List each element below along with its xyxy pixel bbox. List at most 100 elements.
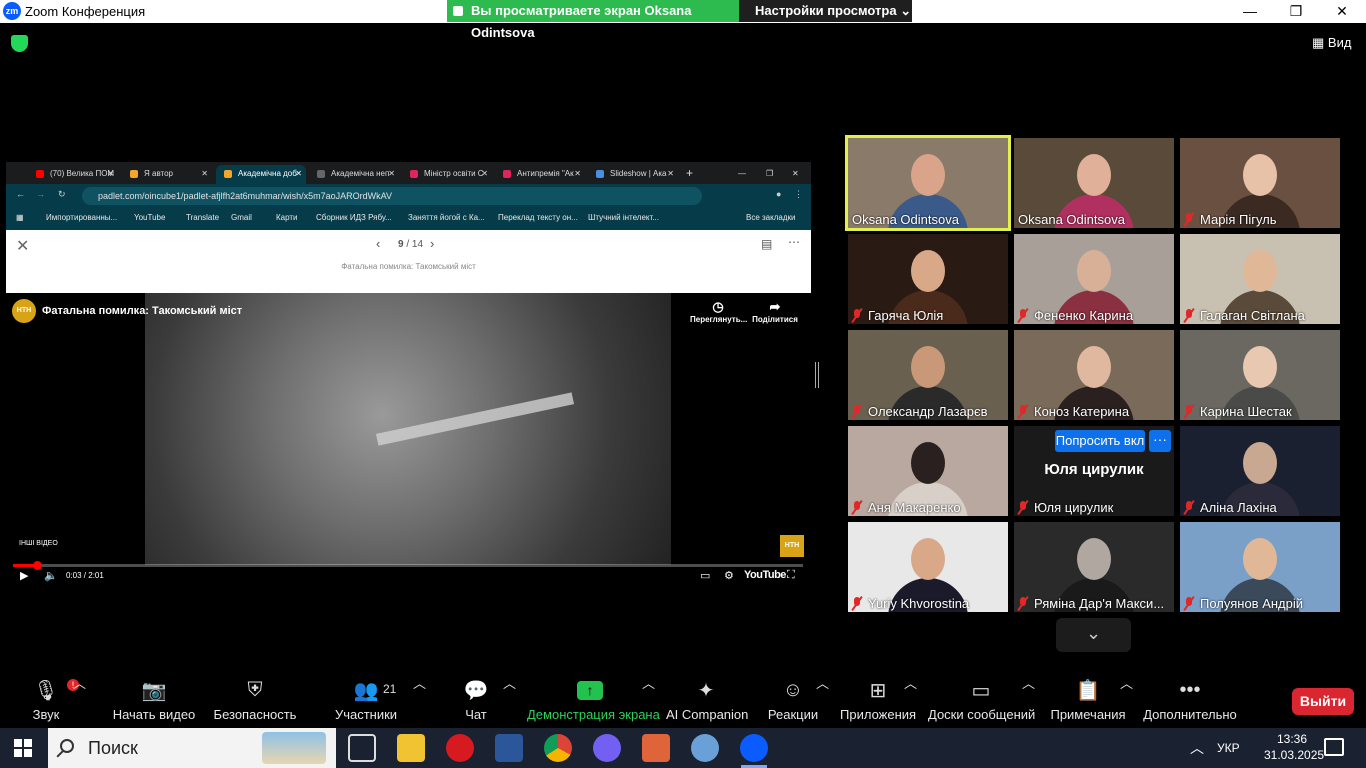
next-post-icon[interactable]: › (430, 236, 434, 251)
notes-options-caret[interactable]: ︿ (1120, 673, 1133, 692)
viber-icon[interactable] (593, 734, 621, 762)
browser-tab[interactable]: Антипремія "Ак ✕ (495, 165, 585, 184)
taskbar-search-box[interactable]: Поиск (48, 728, 336, 768)
forward-icon[interactable]: → (36, 189, 45, 199)
app-icon[interactable] (642, 734, 670, 762)
browser-tab[interactable]: (70) Велика ПОМ ✕ (28, 165, 118, 184)
whiteboards-options-caret[interactable]: ︿ (1022, 673, 1035, 692)
video-title[interactable]: Фатальна помилка: Такомський міст (42, 305, 242, 317)
reload-icon[interactable]: ↻ (58, 189, 66, 200)
file-explorer-icon[interactable] (397, 734, 425, 762)
participant-more-button[interactable]: ··· (1149, 430, 1171, 452)
bookmark-item[interactable]: Импортированны... (46, 213, 117, 222)
close-button[interactable]: ✕ (1319, 0, 1365, 23)
more-videos-label[interactable]: ІНШІ ВІДЕО (19, 540, 58, 547)
notes-button[interactable]: 📋 Примечания (1050, 673, 1126, 728)
bookmark-item[interactable]: Переклад тексту он... (498, 213, 578, 222)
ai-companion-button[interactable]: ✦ AI Companion (666, 673, 748, 728)
reactions-options-caret[interactable]: ︿ (816, 673, 829, 692)
fullscreen-icon[interactable]: ⛶ (787, 569, 795, 582)
close-tab-icon[interactable]: ✕ (388, 165, 395, 182)
close-tab-icon[interactable]: ✕ (574, 165, 581, 182)
start-video-button[interactable]: 📷 Начать видео (96, 673, 212, 728)
paint-icon[interactable] (691, 734, 719, 762)
minimize-button[interactable]: — (1227, 0, 1273, 23)
video-progress-bar[interactable] (13, 561, 803, 570)
comments-icon[interactable]: ▤ (761, 237, 772, 251)
whiteboards-button[interactable]: ▭ Доски сообщений (928, 673, 1035, 728)
progress-knob[interactable] (33, 561, 42, 570)
channel-logo-icon[interactable]: НТН (12, 299, 36, 323)
task-view-icon[interactable] (348, 734, 376, 762)
participant-tile[interactable]: Yuriy Khvorostina (848, 522, 1008, 612)
leave-meeting-button[interactable]: Выйти (1292, 688, 1354, 715)
participants-options-caret[interactable]: ︿ (413, 673, 426, 692)
close-tab-icon[interactable]: ✕ (295, 165, 302, 182)
taskbar-clock[interactable]: 13:36 31.03.2025 (1264, 731, 1324, 763)
all-bookmarks[interactable]: Все закладки (746, 213, 795, 222)
bookmark-item[interactable]: Сборник ИДЗ Рябу... (316, 213, 392, 222)
restore-button[interactable]: ❐ (1273, 0, 1319, 23)
url-field[interactable]: padlet.com/oincube1/padlet-afjlfh2at6muh… (82, 187, 702, 205)
browser-tab[interactable]: Slideshow | Ака ✕ (588, 165, 678, 184)
close-tab-icon[interactable]: ✕ (481, 165, 488, 182)
share-options-caret[interactable]: ︿ (642, 673, 655, 692)
participant-tile[interactable]: Аліна Лахіна (1180, 426, 1340, 516)
panel-splitter-handle[interactable] (815, 362, 819, 388)
view-options-button[interactable]: Настройки просмотра ⌄ (739, 0, 912, 22)
participant-tile[interactable]: Марія Пігуль (1180, 138, 1340, 228)
chat-button[interactable]: 💬 Чат (450, 673, 502, 728)
security-button[interactable]: ⛨ Безопасность (213, 673, 297, 728)
encryption-shield-icon[interactable] (11, 35, 28, 52)
youtube-logo[interactable]: YouTube (744, 569, 786, 581)
browser-tab[interactable]: Академічна неп ✕ (309, 165, 399, 184)
subtitles-icon[interactable]: ▭ (700, 569, 710, 582)
close-tab-icon[interactable]: ✕ (667, 165, 674, 182)
share-screen-button[interactable]: ↑ Демонстрация экрана (527, 673, 660, 728)
browser-tab[interactable]: Я автор ✕ (122, 165, 212, 184)
play-icon[interactable]: ▶ (20, 569, 28, 582)
share-video-button[interactable]: ➦ Поділитися (747, 299, 803, 324)
participant-tile[interactable]: Галаган Світлана (1180, 234, 1340, 324)
bookmark-item[interactable]: YouTube (134, 213, 165, 222)
participant-tile[interactable]: Аня Макаренко (848, 426, 1008, 516)
browser-restore-icon[interactable]: ❐ (764, 165, 782, 184)
browser-tab[interactable]: Міністр освіти С ✕ (402, 165, 492, 184)
participant-tile[interactable]: Гаряча Юлія (848, 234, 1008, 324)
bookmark-item[interactable]: Translate (186, 213, 219, 222)
chat-options-caret[interactable]: ︿ (503, 673, 516, 692)
browser-minimize-icon[interactable]: — (736, 165, 754, 184)
view-button[interactable]: ▦ Вид (1312, 35, 1351, 51)
participant-tile[interactable]: Фененко Карина (1014, 234, 1174, 324)
volume-icon[interactable]: 🔈 (44, 569, 58, 582)
youtube-player[interactable]: НТН Фатальна помилка: Такомський міст ◷ П… (6, 293, 811, 589)
browser-tab-active[interactable]: Академічна доб ✕ (216, 165, 306, 184)
participants-button[interactable]: 👥 21 Участники (330, 673, 402, 728)
participant-tile[interactable]: Олександр Лазарєв (848, 330, 1008, 420)
close-icon[interactable]: ✕ (16, 236, 29, 256)
word-icon[interactable] (495, 734, 523, 762)
close-tab-icon[interactable]: ✕ (107, 165, 114, 182)
apps-options-caret[interactable]: ︿ (904, 673, 917, 692)
zoom-taskbar-icon[interactable] (740, 734, 768, 762)
bookmark-item[interactable]: Заняття йогой с Ка... (408, 213, 485, 222)
ask-to-start-video-button[interactable]: Попросить вкл (1055, 430, 1145, 452)
shared-screen[interactable]: (70) Велика ПОМ ✕ Я автор ✕ Академічна доб… (6, 162, 811, 589)
bookmark-item[interactable]: Gmail (231, 213, 252, 222)
participant-tile[interactable]: Oksana Odintsova (1014, 138, 1174, 228)
profile-avatar-icon[interactable]: ● (776, 189, 781, 199)
bookmark-item[interactable]: Карти (276, 213, 298, 222)
bookmark-item[interactable]: Штучний інтелект... (588, 213, 659, 222)
chrome-icon[interactable] (544, 734, 572, 762)
browser-close-icon[interactable]: ✕ (790, 165, 808, 184)
audio-options-caret[interactable]: ︿ (73, 673, 86, 692)
participant-tile[interactable]: Коноз Катерина (1014, 330, 1174, 420)
participant-tile[interactable]: Ряміна Дар'я Макси... (1014, 522, 1174, 612)
new-tab-button[interactable]: + (682, 165, 702, 184)
windows-start-icon[interactable] (14, 739, 32, 757)
settings-gear-icon[interactable]: ⚙ (724, 569, 734, 582)
watch-later-button[interactable]: ◷ Переглянуть... (690, 299, 747, 324)
participant-tile[interactable]: Карина Шестак (1180, 330, 1340, 420)
more-button[interactable]: ••• Дополнительно (1140, 673, 1240, 728)
opera-icon[interactable] (446, 734, 474, 762)
